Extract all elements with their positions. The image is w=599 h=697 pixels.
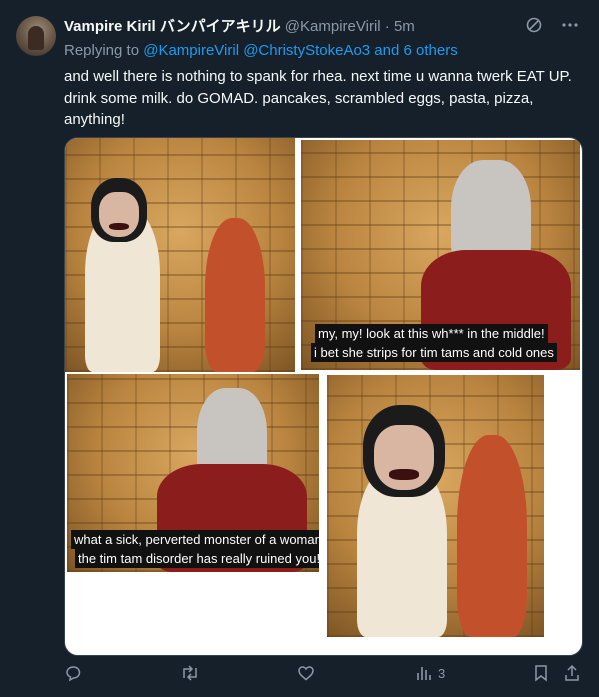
more-icon[interactable] — [561, 16, 579, 34]
panel4-figure-right — [457, 435, 527, 637]
replying-users-link[interactable]: @KampireViril @ChristyStokeAo3 and 6 oth… — [143, 42, 457, 59]
views-button[interactable]: 3 — [416, 664, 445, 682]
action-bar: 3 — [0, 664, 599, 688]
reply-button[interactable] — [64, 664, 82, 682]
bookmark-icon — [533, 664, 549, 682]
panel1-face-overlay — [91, 178, 147, 242]
media-grid[interactable]: my, my! look at this wh*** in the middle… — [64, 137, 583, 656]
retweet-button[interactable] — [180, 664, 200, 682]
share-button[interactable] — [563, 664, 581, 682]
tweet-text: and well there is nothing to spank for r… — [64, 68, 572, 128]
panel2-caption-1: my, my! look at this wh*** in the middle… — [315, 324, 548, 343]
media-panel-1[interactable] — [65, 138, 295, 372]
tweet-header: Vampire Kiril バンパイアキリル @KampireViril · 5… — [64, 17, 415, 37]
replying-prefix: Replying to — [64, 42, 140, 59]
avatar[interactable] — [16, 16, 56, 56]
retweet-icon — [180, 664, 200, 682]
like-button[interactable] — [297, 664, 315, 682]
panel3-caption-1: what a sick, perverted monster of a woma… — [71, 530, 319, 549]
views-count: 3 — [438, 665, 446, 681]
views-icon — [416, 664, 432, 682]
panel3-caption-2: the tim tam disorder has really ruined y… — [75, 549, 319, 568]
bookmark-button[interactable] — [533, 664, 549, 682]
header-actions — [525, 16, 579, 34]
replying-to: Replying to @KampireViril @ChristyStokeA… — [64, 41, 458, 61]
panel1-figure-right — [205, 218, 265, 372]
separator-dot: · — [384, 18, 390, 35]
reply-icon — [64, 664, 82, 682]
media-panel-4[interactable] — [327, 375, 544, 637]
media-panel-2[interactable]: my, my! look at this wh*** in the middle… — [301, 140, 580, 370]
like-icon — [297, 664, 315, 682]
panel2-caption-2: i bet she strips for tim tams and cold o… — [311, 343, 557, 362]
media-panel-3[interactable]: what a sick, perverted monster of a woma… — [67, 374, 319, 572]
user-handle[interactable]: @KampireViril — [285, 18, 381, 35]
avatar-figure — [28, 26, 44, 50]
share-icon — [563, 664, 581, 682]
tweet[interactable]: Vampire Kiril バンパイアキリル @KampireViril · 5… — [0, 0, 599, 697]
display-name[interactable]: Vampire Kiril バンパイアキリル — [64, 18, 281, 35]
timestamp[interactable]: 5m — [394, 18, 415, 35]
grok-icon[interactable] — [525, 16, 543, 34]
panel4-face-overlay — [363, 405, 445, 497]
